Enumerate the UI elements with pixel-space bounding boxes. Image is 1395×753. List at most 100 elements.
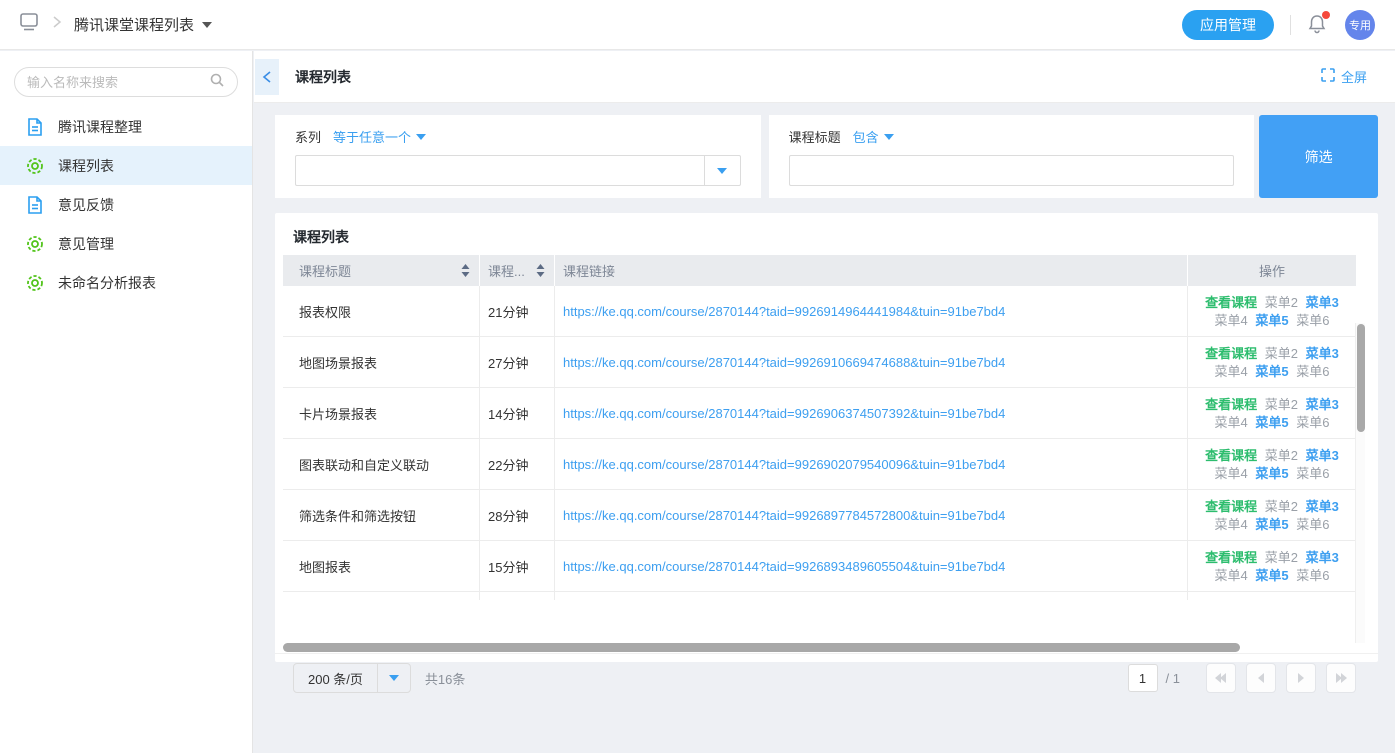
table-row: 地图场景报表27分钟https://ke.qq.com/course/28701…	[283, 337, 1356, 388]
action-link-菜单5[interactable]: 菜单5	[1255, 364, 1288, 379]
horizontal-scrollbar[interactable]	[283, 643, 1356, 653]
course-link[interactable]: https://ke.qq.com/course/2870144?taid=99…	[563, 304, 1005, 319]
search-icon[interactable]	[209, 72, 225, 93]
column-header-duration[interactable]: 课程...	[480, 255, 555, 286]
action-link-菜单5[interactable]: 菜单5	[1255, 568, 1288, 583]
column-header-course-title[interactable]: 课程标题	[283, 255, 480, 286]
series-select-caret[interactable]	[704, 156, 740, 185]
series-operator-dropdown[interactable]: 等于任意一个	[333, 127, 426, 146]
total-pages: / 1	[1166, 671, 1180, 686]
current-page-input[interactable]	[1128, 664, 1158, 692]
back-button[interactable]	[255, 59, 279, 95]
action-link-查看课程[interactable]: 查看课程	[1205, 346, 1257, 361]
course-duration-cell: 22分钟	[480, 439, 555, 489]
chevron-down-icon	[884, 134, 894, 140]
target-icon	[26, 235, 44, 253]
action-link-查看课程[interactable]: 查看课程	[1205, 448, 1257, 463]
horizontal-scrollbar-thumb[interactable]	[283, 643, 1240, 652]
page-size-select[interactable]: 200 条/页	[293, 663, 411, 693]
sidebar-menu: 腾讯课程整理课程列表意见反馈意见管理未命名分析报表	[0, 107, 252, 302]
sidebar-item-4[interactable]: 意见管理	[0, 224, 252, 263]
table-title: 课程列表	[275, 213, 1378, 259]
course-link[interactable]: https://ke.qq.com/course/2870144?taid=99…	[563, 406, 1005, 421]
action-link-菜单2[interactable]: 菜单2	[1265, 550, 1298, 565]
course-duration-cell: 14分钟	[480, 388, 555, 438]
table-row: 地图报表15分钟https://ke.qq.com/course/2870144…	[283, 541, 1356, 592]
action-link-菜单4[interactable]: 菜单4	[1215, 313, 1248, 328]
table-row: 筛选条件和筛选按钮28分钟https://ke.qq.com/course/28…	[283, 490, 1356, 541]
sort-icon[interactable]	[535, 263, 546, 278]
action-link-菜单4[interactable]: 菜单4	[1215, 517, 1248, 532]
table-row: 图表联动和自定义联动22分钟https://ke.qq.com/course/2…	[283, 439, 1356, 490]
action-link-查看课程[interactable]: 查看课程	[1205, 295, 1257, 310]
action-link-菜单3[interactable]: 菜单3	[1306, 397, 1339, 412]
action-link-菜单3[interactable]: 菜单3	[1306, 499, 1339, 514]
action-link-菜单4[interactable]: 菜单4	[1215, 466, 1248, 481]
action-link-菜单2[interactable]: 菜单2	[1265, 448, 1298, 463]
fullscreen-icon	[1321, 68, 1335, 85]
action-link-菜单5[interactable]: 菜单5	[1255, 313, 1288, 328]
vertical-scrollbar-thumb[interactable]	[1357, 324, 1365, 432]
action-link-菜单3[interactable]: 菜单3	[1306, 295, 1339, 310]
app-title-dropdown[interactable]: 腾讯课堂课程列表	[74, 14, 212, 35]
course-title-input[interactable]	[789, 155, 1235, 186]
course-link[interactable]: https://ke.qq.com/course/2870144?taid=99…	[563, 457, 1005, 472]
action-link-菜单4[interactable]: 菜单4	[1215, 364, 1248, 379]
action-link-菜单6[interactable]: 菜单6	[1296, 313, 1329, 328]
action-link-菜单4[interactable]: 菜单4	[1215, 568, 1248, 583]
page-size-caret[interactable]	[377, 664, 410, 692]
action-link-菜单3[interactable]: 菜单3	[1306, 448, 1339, 463]
sort-icon[interactable]	[460, 263, 471, 278]
series-filter-card: 系列 等于任意一个	[275, 115, 761, 198]
course-title-cell: 报表权限	[283, 286, 480, 336]
fullscreen-button[interactable]: 全屏	[1321, 67, 1367, 86]
action-link-查看课程[interactable]: 查看课程	[1205, 397, 1257, 412]
action-link-菜单5[interactable]: 菜单5	[1255, 466, 1288, 481]
course-link[interactable]: https://ke.qq.com/course/2870144?taid=99…	[563, 559, 1005, 574]
app-manage-button[interactable]: 应用管理	[1182, 10, 1274, 40]
action-link-菜单6[interactable]: 菜单6	[1296, 568, 1329, 583]
action-link-菜单6[interactable]: 菜单6	[1296, 364, 1329, 379]
action-link-菜单6[interactable]: 菜单6	[1296, 466, 1329, 481]
monitor-icon[interactable]	[18, 12, 40, 37]
filter-submit-button[interactable]: 筛选	[1259, 115, 1378, 198]
sidebar-item-3[interactable]: 意见反馈	[0, 185, 252, 224]
action-link-菜单6[interactable]: 菜单6	[1296, 517, 1329, 532]
fullscreen-label: 全屏	[1341, 67, 1367, 86]
action-link-查看课程[interactable]: 查看课程	[1205, 499, 1257, 514]
sidebar-item-2[interactable]: 课程列表	[0, 146, 252, 185]
action-link-菜单2[interactable]: 菜单2	[1265, 499, 1298, 514]
target-icon	[26, 157, 44, 175]
action-link-菜单6[interactable]: 菜单6	[1296, 415, 1329, 430]
vertical-scrollbar[interactable]	[1355, 323, 1365, 643]
notification-bell-icon[interactable]	[1307, 13, 1329, 37]
next-page-button[interactable]	[1286, 663, 1316, 693]
chevron-down-icon	[389, 675, 399, 681]
table-row-partial	[283, 592, 1356, 600]
sidebar-item-1[interactable]: 腾讯课程整理	[0, 107, 252, 146]
course-table: 课程标题 课程... 课程链接 操作 报表权限2	[283, 255, 1356, 600]
avatar[interactable]: 专用	[1345, 10, 1375, 40]
course-link[interactable]: https://ke.qq.com/course/2870144?taid=99…	[563, 508, 1005, 523]
search-input[interactable]	[27, 75, 209, 90]
action-link-菜单5[interactable]: 菜单5	[1255, 517, 1288, 532]
action-link-菜单2[interactable]: 菜单2	[1265, 397, 1298, 412]
action-link-菜单3[interactable]: 菜单3	[1306, 550, 1339, 565]
action-link-菜单5[interactable]: 菜单5	[1255, 415, 1288, 430]
last-page-button[interactable]	[1326, 663, 1356, 693]
series-select[interactable]	[295, 155, 741, 186]
action-link-菜单2[interactable]: 菜单2	[1265, 346, 1298, 361]
action-link-查看课程[interactable]: 查看课程	[1205, 550, 1257, 565]
prev-page-button[interactable]	[1246, 663, 1276, 693]
course-duration-cell: 27分钟	[480, 337, 555, 387]
first-page-button[interactable]	[1206, 663, 1236, 693]
action-link-菜单4[interactable]: 菜单4	[1215, 415, 1248, 430]
sidebar-item-5[interactable]: 未命名分析报表	[0, 263, 252, 302]
doc-icon	[26, 118, 44, 136]
course-table-card: 课程列表 课程标题 课程... 课程链接	[275, 213, 1378, 662]
course-title-operator-dropdown[interactable]: 包含	[853, 127, 894, 146]
action-link-菜单3[interactable]: 菜单3	[1306, 346, 1339, 361]
action-link-菜单2[interactable]: 菜单2	[1265, 295, 1298, 310]
course-link[interactable]: https://ke.qq.com/course/2870144?taid=99…	[563, 355, 1005, 370]
page-header: 课程列表 全屏	[254, 51, 1395, 103]
